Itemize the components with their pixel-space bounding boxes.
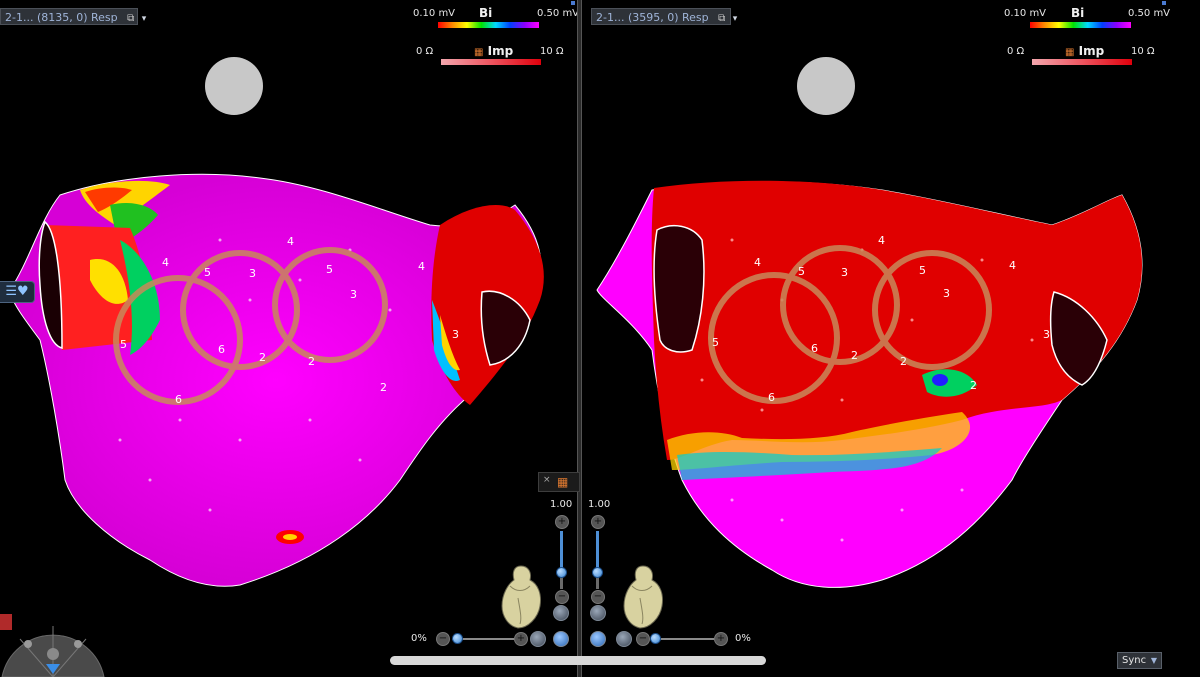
left-opacity-decrease-button[interactable]: − bbox=[436, 632, 450, 646]
right-vertical-slider-handle[interactable] bbox=[592, 567, 603, 578]
grid-color-icon[interactable]: ▦ bbox=[557, 475, 568, 489]
heart-model-icon[interactable] bbox=[620, 562, 666, 630]
right-vein-left bbox=[653, 224, 705, 353]
left-vertical-slider-handle[interactable] bbox=[556, 567, 567, 578]
electrode-label: 3 bbox=[841, 266, 848, 279]
electrode-label: 2 bbox=[308, 355, 315, 368]
electrode-label: 3 bbox=[943, 287, 950, 300]
electrode-label: 4 bbox=[754, 256, 761, 269]
electrode-label: 4 bbox=[1009, 259, 1016, 272]
electrode-label: 4 bbox=[162, 256, 169, 269]
electrode-label: 6 bbox=[811, 342, 818, 355]
electrode-label: 5 bbox=[120, 338, 127, 351]
left-opacity-value: 0% bbox=[411, 633, 427, 644]
sync-dropdown[interactable]: Sync ▼ bbox=[1117, 652, 1162, 669]
electrode-label: 4 bbox=[878, 234, 885, 247]
electrode-label: 6 bbox=[768, 391, 775, 404]
electrode-label: 3 bbox=[452, 328, 459, 341]
orientation-widget-icon[interactable] bbox=[0, 614, 105, 677]
right-opacity-slider-track[interactable] bbox=[652, 638, 714, 640]
electrode-label: 6 bbox=[218, 343, 225, 356]
electrode-label: 2 bbox=[259, 351, 266, 364]
electrode-label: 5 bbox=[798, 265, 805, 278]
electrode-label: 3 bbox=[249, 267, 256, 280]
electrode-label: 2 bbox=[970, 379, 977, 392]
right-reset-view-button[interactable] bbox=[590, 605, 606, 621]
right-zoom-out-button[interactable]: − bbox=[591, 590, 605, 604]
electrode-label: 5 bbox=[204, 266, 211, 279]
heart-model-icon[interactable] bbox=[498, 562, 544, 630]
display-tools-panel[interactable]: × ▦ bbox=[538, 472, 580, 492]
left-scale-value: 1.00 bbox=[550, 499, 573, 510]
electrode-label: 5 bbox=[326, 263, 333, 276]
right-rotate-button[interactable] bbox=[590, 631, 606, 647]
electrode-label: 2 bbox=[900, 355, 907, 368]
left-rotate-button[interactable] bbox=[553, 631, 569, 647]
left-zoom-in-button[interactable]: + bbox=[555, 515, 569, 529]
right-opacity-slider-handle[interactable] bbox=[650, 633, 661, 644]
sync-label: Sync bbox=[1122, 655, 1147, 666]
electrode-label: 3 bbox=[350, 288, 357, 301]
electrode-label: 6 bbox=[175, 393, 182, 406]
horizontal-scrollbar[interactable] bbox=[390, 656, 766, 665]
left-reset-view-button[interactable] bbox=[553, 605, 569, 621]
right-opacity-decrease-button[interactable]: − bbox=[636, 632, 650, 646]
right-zoom-in-button[interactable]: + bbox=[591, 515, 605, 529]
right-sphere-toggle-button[interactable] bbox=[616, 631, 632, 647]
left-zoom-out-button[interactable]: − bbox=[555, 590, 569, 604]
right-anatomy-map[interactable]: 4 5 3 4 3 5 5 6 2 2 2 3 6 4 bbox=[582, 0, 1200, 677]
left-opacity-slider-handle[interactable] bbox=[452, 633, 463, 644]
electrode-label: 4 bbox=[287, 235, 294, 248]
electrode-label: 4 bbox=[418, 260, 425, 273]
left-opacity-increase-button[interactable]: + bbox=[514, 632, 528, 646]
chevron-down-icon: ▼ bbox=[1150, 656, 1157, 665]
electrode-label: 3 bbox=[1043, 328, 1050, 341]
heart-list-icon: ☰♥ bbox=[5, 284, 29, 299]
right-opacity-value: 0% bbox=[735, 633, 751, 644]
electrode-label: 5 bbox=[712, 336, 719, 349]
left-panel-toggle[interactable]: ☰♥ bbox=[0, 281, 35, 303]
left-map-view[interactable]: 2-1... (8135, 0) Resp ⧉ ▾ 0.10 mV Bi 0.5… bbox=[0, 0, 577, 677]
left-anatomy-map[interactable]: 4 5 3 4 3 5 5 6 2 2 2 3 6 4 bbox=[0, 0, 577, 677]
close-icon[interactable]: × bbox=[543, 475, 551, 485]
right-map-view[interactable]: 2-1... (3595, 0) Resp ⧉ ▾ 0.10 mV Bi 0.5… bbox=[582, 0, 1200, 677]
electrode-label: 2 bbox=[851, 349, 858, 362]
electrode-label: 2 bbox=[380, 381, 387, 394]
left-sphere-toggle-button[interactable] bbox=[530, 631, 546, 647]
right-scale-value: 1.00 bbox=[588, 499, 611, 510]
right-opacity-increase-button[interactable]: + bbox=[714, 632, 728, 646]
electrode-label: 5 bbox=[919, 264, 926, 277]
